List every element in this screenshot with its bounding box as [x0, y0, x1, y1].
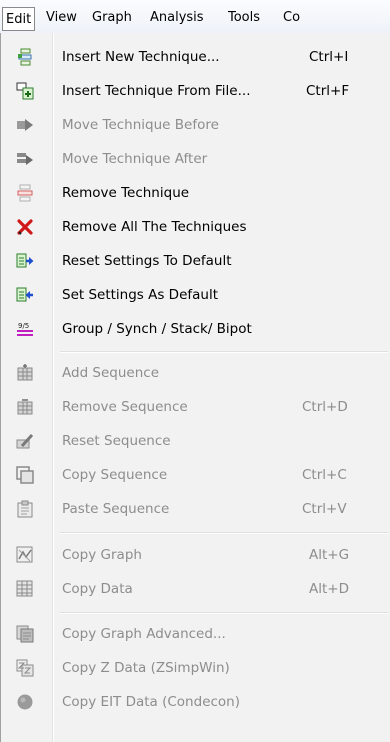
menu-item-copy-data[interactable]: Copy Data Alt+D — [0, 572, 390, 606]
menu-item-label: Copy Graph Advanced... — [62, 626, 226, 642]
remove-technique-icon — [16, 184, 34, 202]
menu-item-insert-new-technique[interactable]: Insert New Technique... Ctrl+I — [0, 40, 390, 74]
menu-separator — [60, 612, 388, 614]
menu-item-paste-sequence[interactable]: Paste Sequence Ctrl+V — [0, 492, 390, 526]
menu-item-label: Remove Technique — [62, 185, 190, 201]
menu-item-label: Add Sequence — [62, 365, 160, 381]
shortcut-label: Alt+D — [309, 581, 349, 597]
menu-co[interactable]: Co — [283, 8, 300, 28]
menu-separator — [60, 532, 388, 534]
menu-item-remove-sequence[interactable]: Remove Sequence Ctrl+D — [0, 390, 390, 424]
menu-item-copy-sequence[interactable]: Copy Sequence Ctrl+C — [0, 458, 390, 492]
menu-item-remove-all-techniques[interactable]: Remove All The Techniques — [0, 210, 390, 244]
menu-item-label: Copy Data — [62, 581, 133, 597]
menu-item-reset-sequence[interactable]: Reset Sequence — [0, 424, 390, 458]
reset-sequence-icon — [16, 432, 34, 450]
menu-item-label: Insert Technique From File... — [62, 83, 251, 99]
menu-item-group-synch-stack-bipot[interactable]: 9/5 Group / Synch / Stack/ Bipot — [0, 312, 390, 346]
insert-technique-file-icon — [16, 82, 34, 100]
menu-item-copy-eit-data[interactable]: Copy EIT Data (Condecon) — [0, 685, 390, 719]
menu-item-label: Group / Synch / Stack/ Bipot — [62, 321, 252, 337]
move-after-icon — [16, 150, 34, 168]
menu-item-label: Copy Graph — [62, 547, 142, 563]
menu-item-label: Insert New Technique... — [62, 49, 220, 65]
paste-sequence-icon — [16, 500, 34, 518]
shortcut-label: Ctrl+C — [302, 467, 347, 483]
menu-item-label: Reset Settings To Default — [62, 253, 232, 269]
shortcut-label: Ctrl+D — [302, 399, 348, 415]
menu-item-label: Copy Z Data (ZSimpWin) — [62, 660, 230, 676]
menu-item-move-technique-after[interactable]: Move Technique After — [0, 142, 390, 176]
copy-graph-icon — [16, 546, 34, 564]
group-synch-icon: 9/5 — [16, 320, 34, 338]
menu-view[interactable]: View — [46, 8, 77, 28]
set-settings-icon — [16, 286, 34, 304]
svg-text:9/5: 9/5 — [18, 322, 29, 330]
reset-settings-icon — [16, 252, 34, 270]
menu-item-set-settings-default[interactable]: Set Settings As Default — [0, 278, 390, 312]
insert-new-technique-icon — [16, 48, 34, 66]
menu-item-copy-graph-advanced[interactable]: Copy Graph Advanced... — [0, 617, 390, 651]
menu-edit[interactable]: Edit — [2, 7, 36, 31]
menu-item-reset-settings-default[interactable]: Reset Settings To Default — [0, 244, 390, 278]
copy-eit-data-icon — [16, 693, 34, 711]
menu-bar: Edit View Graph Analysis Tools Co — [0, 0, 390, 34]
menu-item-add-sequence[interactable]: Add Sequence — [0, 356, 390, 390]
menu-item-copy-graph[interactable]: Copy Graph Alt+G — [0, 538, 390, 572]
add-sequence-icon — [16, 364, 34, 382]
copy-sequence-icon — [16, 466, 34, 484]
menu-item-label: Copy EIT Data (Condecon) — [62, 694, 240, 710]
menu-analysis[interactable]: Analysis — [150, 8, 204, 28]
menu-item-label: Reset Sequence — [62, 433, 171, 449]
copy-z-data-icon — [16, 659, 34, 677]
menu-item-label: Paste Sequence — [62, 501, 170, 517]
menu-item-insert-technique-from-file[interactable]: Insert Technique From File... Ctrl+F — [0, 74, 390, 108]
copy-data-icon — [16, 580, 34, 598]
menu-item-copy-z-data[interactable]: Copy Z Data (ZSimpWin) — [0, 651, 390, 685]
menu-tools[interactable]: Tools — [228, 8, 260, 28]
menu-graph[interactable]: Graph — [92, 8, 132, 28]
menu-separator — [60, 351, 388, 353]
remove-sequence-icon — [16, 398, 34, 416]
copy-graph-advanced-icon — [16, 625, 34, 643]
menu-item-label: Remove Sequence — [62, 399, 188, 415]
shortcut-label: Alt+G — [309, 547, 350, 563]
menu-item-label: Copy Sequence — [62, 467, 168, 483]
menu-item-move-technique-before[interactable]: Move Technique Before — [0, 108, 390, 142]
menu-item-label: Move Technique Before — [62, 117, 219, 133]
move-before-icon — [16, 116, 34, 134]
menu-item-label: Remove All The Techniques — [62, 219, 247, 235]
menu-item-remove-technique[interactable]: Remove Technique — [0, 176, 390, 210]
menu-item-label: Set Settings As Default — [62, 287, 219, 303]
menu-item-label: Move Technique After — [62, 151, 208, 167]
shortcut-label: Ctrl+F — [306, 83, 350, 99]
red-x-icon — [16, 218, 34, 236]
shortcut-label: Ctrl+I — [309, 49, 349, 65]
shortcut-label: Ctrl+V — [302, 501, 347, 517]
